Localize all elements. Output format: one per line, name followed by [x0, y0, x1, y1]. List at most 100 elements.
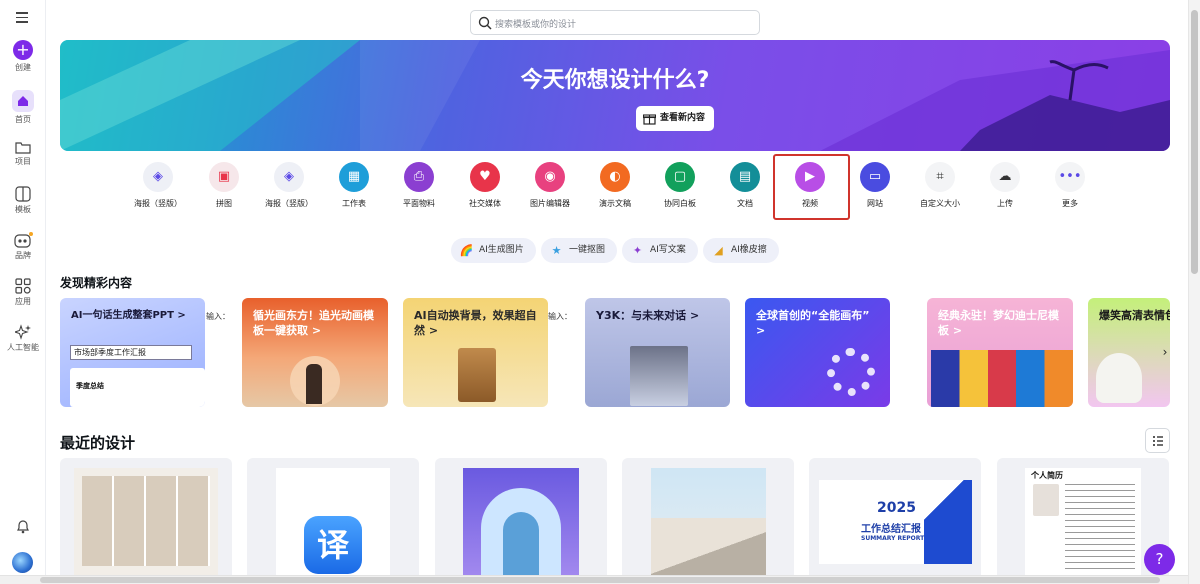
recent-design-portrait[interactable]: [435, 458, 607, 584]
gap-label: 输入：: [206, 312, 230, 321]
card-title: 爆笑高清表情包: [1099, 309, 1170, 322]
card-disney[interactable]: 经典永驻！梦幻迪士尼模板 >: [927, 298, 1073, 407]
website-icon: ▭: [860, 162, 890, 192]
category-label: 平面物料: [403, 199, 435, 208]
category-photo-editor[interactable]: ◉ 图片编辑器: [518, 162, 582, 209]
category-docs[interactable]: ▤ 文档: [713, 162, 777, 209]
category-social-media[interactable]: ♥ 社交媒体: [453, 162, 517, 209]
card-title: Y3K：与未来对话 >: [596, 309, 700, 322]
search-input[interactable]: 搜索模板或你的设计: [495, 17, 576, 30]
carousel-next-button[interactable]: ›: [1158, 345, 1172, 359]
category-label: 图片编辑器: [530, 199, 570, 208]
menu-icon[interactable]: [16, 11, 28, 23]
card-canvas[interactable]: 全球首创的“全能画布” >: [745, 298, 890, 407]
list-view-button[interactable]: [1145, 428, 1170, 453]
template-icon: [15, 186, 31, 202]
sidebar-item-templates[interactable]: 模板: [0, 186, 46, 215]
card-ai-background[interactable]: AI自动换背景，效果超自然 >: [403, 298, 548, 407]
recent-design-resume[interactable]: 个人简历: [997, 458, 1169, 584]
card-y3k[interactable]: Y3K：与未来对话 >: [585, 298, 730, 407]
chip-label: AI写文案: [650, 245, 686, 255]
category-label: 网站: [867, 199, 883, 208]
bell-icon[interactable]: [15, 518, 31, 534]
collage-grid: [82, 476, 210, 566]
category-upload[interactable]: ☁ 上传: [973, 162, 1037, 209]
category-poster-portrait[interactable]: ◈ 海报（竖版）: [126, 162, 190, 209]
report-stripe: [924, 480, 972, 564]
category-label: 社交媒体: [469, 199, 501, 208]
category-collage[interactable]: ▣ 拼图: [192, 162, 256, 209]
category-label: 更多: [1062, 199, 1078, 208]
card-preview: 季度总结: [70, 368, 205, 407]
horizontal-scrollbar[interactable]: [0, 575, 1188, 584]
category-more[interactable]: ••• 更多: [1038, 162, 1102, 209]
resume-title: 个人简历: [1031, 471, 1063, 480]
category-label: 工作表: [342, 199, 366, 208]
scrollbar-thumb[interactable]: [40, 577, 1160, 583]
category-presentation[interactable]: ◐ 演示文稿: [583, 162, 647, 209]
sidebar-item-apps[interactable]: 应用: [0, 278, 46, 307]
discover-title: 发现精彩内容: [60, 276, 133, 290]
recent-design-report[interactable]: 2025 工作总结汇报 SUMMARY REPORT: [809, 458, 981, 584]
sidebar-item-label: 创建: [15, 63, 31, 72]
more-icon: •••: [1055, 162, 1085, 192]
chip-ai-write[interactable]: ✦ AI写文案: [622, 238, 698, 263]
sidebar-item-brand[interactable]: 品牌: [0, 232, 46, 261]
search-icon: [478, 16, 492, 30]
disney-posters: [931, 350, 1073, 407]
chip-ai-eraser[interactable]: ◢ AI橡皮擦: [703, 238, 779, 263]
category-custom-size[interactable]: ⌗ 自定义大小: [908, 162, 972, 209]
card-ai-ppt[interactable]: AI一句话生成整套PPT > 市场部季度工作汇报 季度总结: [60, 298, 205, 407]
figure-silhouette: [306, 364, 322, 404]
category-label: 文档: [737, 199, 753, 208]
chip-label: 一键抠图: [569, 245, 606, 255]
card-title: 循光画东方！追光动画模板一键获取 >: [253, 309, 374, 337]
cloud-upload-icon: ☁: [990, 162, 1020, 192]
hero-banner: 今天你想设计什么? 查看新内容: [60, 40, 1170, 151]
card-title: AI一句话生成整套PPT >: [71, 310, 186, 321]
card-animation-templates[interactable]: 循光画东方！追光动画模板一键获取 >: [242, 298, 388, 407]
vertical-scrollbar[interactable]: [1188, 0, 1200, 584]
collage-icon: ▣: [209, 162, 239, 192]
card-title: AI自动换背景，效果超自然 >: [414, 309, 537, 337]
star-icon: ★: [551, 244, 562, 257]
chip-label: AI生成图片: [479, 245, 524, 255]
recent-design-collage[interactable]: [60, 458, 232, 584]
list-icon: [1153, 436, 1163, 446]
category-website[interactable]: ▭ 网站: [843, 162, 907, 209]
sidebar-item-label: 应用: [15, 297, 31, 306]
help-button[interactable]: ?: [1144, 544, 1175, 575]
search-bar[interactable]: 搜索模板或你的设计: [470, 10, 760, 35]
brand-icon: [14, 232, 33, 248]
product-bag: [458, 348, 496, 402]
chip-remove-bg[interactable]: ★ 一键抠图: [541, 238, 617, 263]
category-label: 协同白板: [664, 199, 696, 208]
whats-new-button[interactable]: 查看新内容: [636, 106, 714, 131]
recent-design-translate[interactable]: 译: [247, 458, 419, 584]
magic-wand-icon: ✦: [632, 244, 643, 257]
category-whiteboard[interactable]: ▢ 协同白板: [648, 162, 712, 209]
eraser-icon: ◢: [714, 244, 723, 257]
whiteboard-icon: ▢: [665, 162, 695, 192]
card-subtitle: 季度总结: [76, 382, 104, 390]
avatar[interactable]: [12, 552, 33, 573]
category-sheets[interactable]: ▦ 工作表: [322, 162, 386, 209]
gap-label: 输入：: [548, 312, 572, 321]
sidebar-item-projects[interactable]: 项目: [0, 140, 46, 167]
scrollbar-thumb[interactable]: [1191, 10, 1198, 274]
category-print[interactable]: ⎙ 平面物料: [387, 162, 451, 209]
whats-new-label: 查看新内容: [660, 113, 706, 123]
recent-design-architecture[interactable]: [622, 458, 794, 584]
cat-photo: [1096, 353, 1142, 403]
sidebar-item-ai[interactable]: 人工智能: [0, 324, 46, 353]
left-sidebar: + 创建 首页 项目 模板 品牌 应用 人工智能: [0, 0, 46, 584]
category-poster-portrait-2[interactable]: ◈ 海报（竖版）: [257, 162, 321, 209]
sidebar-item-label: 项目: [15, 157, 31, 166]
presentation-icon: ◐: [600, 162, 630, 192]
category-label: 海报（竖版）: [134, 199, 182, 208]
document-icon: ▤: [730, 162, 760, 192]
sidebar-item-create[interactable]: + 创建: [0, 40, 46, 73]
report-title: 工作总结汇报: [861, 524, 921, 535]
chip-ai-image[interactable]: 🌈 AI生成图片: [451, 238, 536, 263]
sidebar-item-home[interactable]: 首页: [0, 90, 46, 125]
